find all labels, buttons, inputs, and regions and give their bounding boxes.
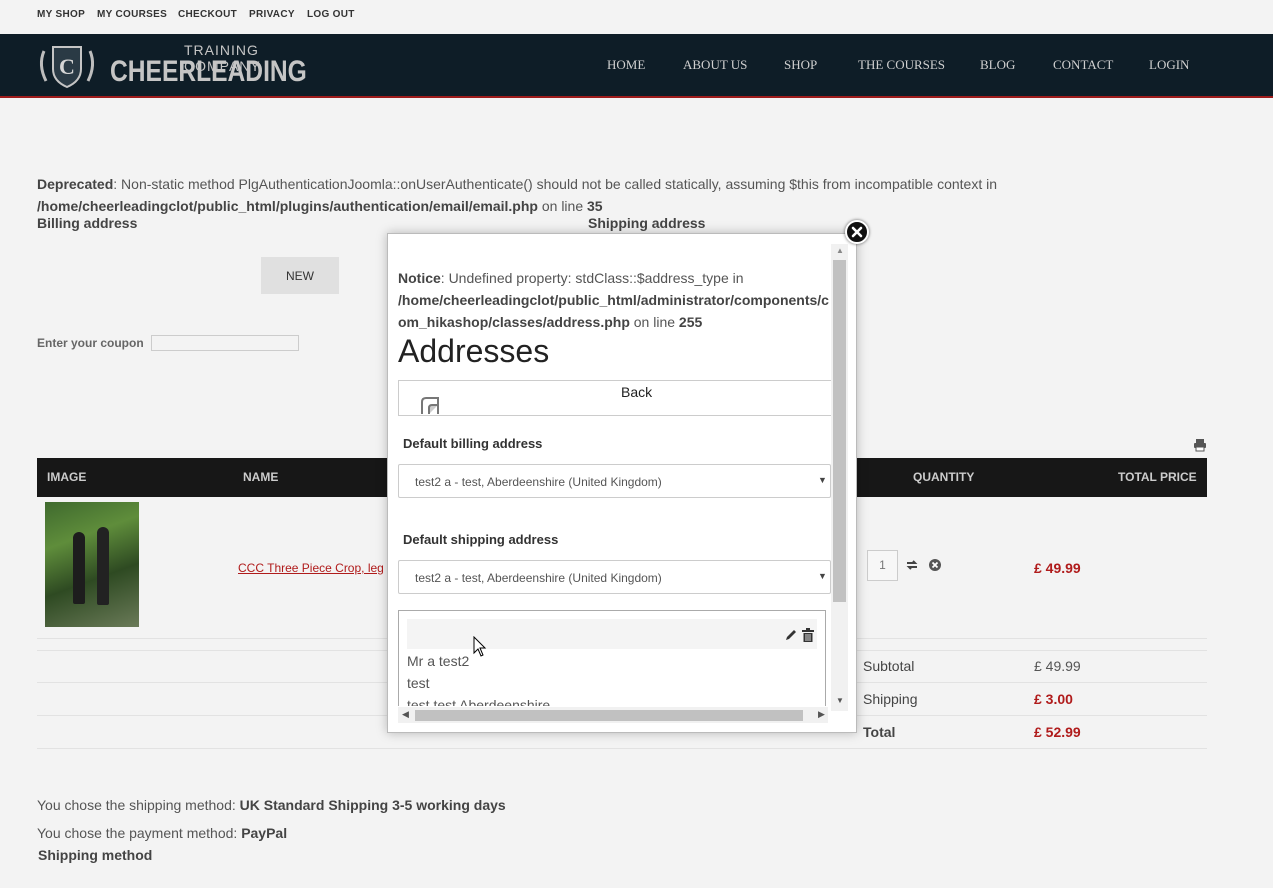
topbar-link-my-shop[interactable]: MY SHOP — [37, 9, 85, 20]
coupon-label: Enter your coupon — [37, 336, 144, 350]
vertical-scroll-thumb[interactable] — [833, 260, 846, 602]
site-header: C TRAINING COMPANY CHEERLEADING HOME ABO… — [0, 34, 1273, 98]
divider — [37, 748, 1207, 749]
chevron-down-icon: ▼ — [818, 571, 827, 581]
billing-address-heading: Billing address — [37, 215, 138, 231]
notice-text: : Non-static method PlgAuthenticationJoo… — [113, 176, 998, 192]
nav-home[interactable]: HOME — [607, 57, 645, 73]
chevron-down-icon: ▼ — [818, 475, 827, 485]
address-card-header — [407, 619, 817, 649]
modal-notice: Notice: Undefined property: stdClass::$a… — [398, 270, 829, 330]
col-quantity: QUANTITY — [913, 470, 975, 484]
notice-path: /home/cheerleadingclot/public_html/plugi… — [37, 198, 538, 214]
default-billing-label: Default billing address — [403, 436, 543, 451]
page: MY SHOP MY COURSES CHECKOUT PRIVACY LOG … — [0, 0, 1273, 888]
svg-text:C: C — [59, 54, 75, 79]
address-line: test test Aberdeenshire — [407, 697, 551, 706]
nav-shop[interactable]: SHOP — [784, 57, 817, 73]
nav-contact[interactable]: CONTACT — [1053, 57, 1113, 73]
modal-close-button[interactable] — [845, 220, 869, 244]
default-shipping-value: test2 a - test, Aberdeenshire (United Ki… — [415, 571, 662, 585]
modal-vertical-scrollbar[interactable]: ▲ ▼ — [831, 244, 848, 711]
modal-horizontal-scrollbar[interactable]: ◀ ▶ — [398, 707, 828, 723]
coupon-input[interactable] — [151, 335, 299, 351]
deprecated-notice: Deprecated: Non-static method PlgAuthent… — [37, 173, 1037, 217]
close-icon — [851, 226, 863, 238]
nav-about-us[interactable]: ABOUT US — [683, 57, 747, 73]
new-address-button[interactable]: NEW — [261, 257, 339, 294]
back-button[interactable]: Back — [398, 380, 831, 416]
scroll-left-icon[interactable]: ◀ — [402, 709, 409, 720]
product-name-link[interactable]: CCC Three Piece Crop, leg — [238, 561, 384, 575]
topbar-link-checkout[interactable]: CHECKOUT — [178, 9, 237, 20]
scroll-down-icon[interactable]: ▼ — [836, 696, 844, 705]
remove-icon[interactable] — [928, 558, 942, 572]
modal-notice-label: Notice — [398, 270, 441, 286]
shipping-method-heading: Shipping method — [38, 847, 153, 863]
site-logo[interactable]: C TRAINING COMPANY CHEERLEADING — [36, 41, 336, 91]
payment-method-value: PayPal — [241, 825, 288, 841]
edit-icon[interactable] — [785, 628, 798, 641]
notice-line-number: 35 — [587, 198, 603, 214]
mouse-cursor-icon — [473, 636, 487, 657]
subtotal-label: Subtotal — [863, 658, 915, 674]
notice-label: Deprecated — [37, 176, 114, 192]
shipping-label: Shipping — [863, 691, 918, 707]
nav-blog[interactable]: BLOG — [980, 57, 1015, 73]
modal-content: Notice: Undefined property: stdClass::$a… — [388, 244, 831, 706]
address-card: Mr a test2 test test test Aberdeenshire — [398, 610, 826, 706]
shipping-value: £ 3.00 — [1034, 691, 1073, 707]
top-utility-bar: MY SHOP MY COURSES CHECKOUT PRIVACY LOG … — [0, 0, 1273, 34]
chosen-payment-method: You chose the payment method: PayPal — [37, 825, 288, 841]
chosen-shipping-method: You chose the shipping method: UK Standa… — [37, 797, 506, 813]
address-line: test — [407, 675, 430, 691]
nav-login[interactable]: LOGIN — [1149, 57, 1189, 73]
col-name: NAME — [243, 470, 279, 484]
default-billing-value: test2 a - test, Aberdeenshire (United Ki… — [415, 475, 662, 489]
addresses-modal: Notice: Undefined property: stdClass::$a… — [387, 233, 857, 733]
notice-on-line: on line — [537, 198, 588, 214]
crest-logo-icon: C — [39, 46, 95, 89]
col-total-price: TOTAL PRICE — [1118, 470, 1197, 484]
topbar-link-privacy[interactable]: PRIVACY — [249, 9, 295, 20]
default-shipping-select[interactable]: test2 a - test, Aberdeenshire (United Ki… — [398, 560, 831, 594]
trash-icon[interactable] — [802, 628, 814, 642]
total-value: £ 52.99 — [1034, 724, 1081, 740]
back-icon — [421, 397, 439, 414]
shipping-address-heading: Shipping address — [588, 215, 706, 231]
scroll-right-icon[interactable]: ▶ — [818, 709, 825, 720]
default-shipping-label: Default shipping address — [403, 532, 559, 547]
product-image[interactable] — [45, 502, 139, 627]
print-icon[interactable] — [1193, 438, 1207, 452]
col-image: IMAGE — [47, 470, 87, 484]
scroll-up-icon[interactable]: ▲ — [836, 246, 844, 255]
address-line: Mr a test2 — [407, 653, 470, 669]
horizontal-scroll-thumb[interactable] — [415, 710, 803, 721]
quantity-input[interactable]: 1 — [867, 550, 898, 581]
default-billing-select[interactable]: test2 a - test, Aberdeenshire (United Ki… — [398, 464, 831, 498]
topbar-link-my-courses[interactable]: MY COURSES — [97, 9, 167, 20]
subtotal-value: £ 49.99 — [1034, 658, 1081, 674]
logo-title: CHEERLEADING — [110, 55, 307, 88]
refresh-icon[interactable] — [905, 558, 919, 572]
nav-the-courses[interactable]: THE COURSES — [858, 57, 945, 73]
topbar-link-log-out[interactable]: LOG OUT — [307, 9, 355, 20]
total-label: Total — [863, 724, 896, 740]
shipping-method-value: UK Standard Shipping 3-5 working days — [239, 797, 506, 813]
back-button-label: Back — [621, 384, 653, 400]
modal-title: Addresses — [398, 333, 550, 369]
line-total-price: £ 49.99 — [1034, 560, 1081, 576]
